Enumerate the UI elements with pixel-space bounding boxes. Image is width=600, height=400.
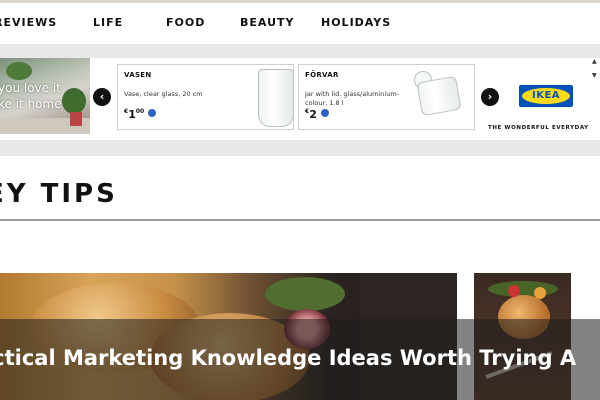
nav-item-reviews[interactable]: REVIEWS — [0, 16, 57, 29]
product-price: €100 — [124, 108, 157, 121]
chevron-right-icon[interactable]: › — [481, 88, 499, 106]
jar-image — [416, 75, 462, 117]
nav-item-holidays[interactable]: HOLIDAYS — [321, 16, 391, 29]
ikea-ad-banner[interactable]: you love it ke it home ‹ VASEN Vase, cle… — [0, 58, 600, 140]
product-price: €2 — [305, 108, 329, 121]
ad-lifestyle-photo[interactable]: you love it ke it home — [0, 58, 90, 134]
chevron-left-icon[interactable]: ‹ — [93, 88, 111, 106]
featured-article-title[interactable]: actical Marketing Knowledge Ideas Worth … — [0, 346, 576, 370]
product-description: Vase, clear glass, 20 cm — [124, 90, 203, 98]
product-card-forvar[interactable]: FÖRVAR Jar with lid, glass/aluminium-col… — [298, 64, 475, 130]
price-cents: 00 — [135, 108, 145, 115]
ikea-slogan: THE WONDERFUL EVERYDAY — [488, 125, 589, 131]
scroll-up-icon[interactable]: ▲ — [592, 58, 597, 65]
info-icon[interactable] — [320, 109, 329, 117]
nav-item-life[interactable]: LIFE — [93, 16, 123, 29]
nav-item-food[interactable]: FOOD — [166, 16, 205, 29]
product-name: FÖRVAR — [305, 71, 339, 79]
herb-shape — [265, 277, 345, 311]
top-nav: REVIEWS LIFE FOOD BEAUTY HOLIDAYS — [0, 0, 600, 44]
price-value: 2 — [309, 108, 317, 121]
product-name: VASEN — [124, 71, 152, 79]
ikea-logo[interactable]: IKEA — [519, 85, 573, 107]
nav-item-beauty[interactable]: BEAUTY — [240, 16, 294, 29]
price-value: 1 — [128, 108, 136, 121]
fruit-shape — [508, 285, 520, 297]
info-icon[interactable] — [148, 109, 157, 117]
section-title: EY TIPS — [0, 179, 118, 209]
ikea-logo-text: IKEA — [522, 88, 570, 104]
section-divider — [0, 219, 600, 221]
product-card-vasen[interactable]: VASEN Vase, clear glass, 20 cm €100 — [117, 64, 294, 130]
fruit-shape — [534, 287, 546, 299]
pot-shape — [70, 112, 82, 126]
ad-photo-tagline: you love it ke it home — [0, 81, 62, 111]
plant-shape — [6, 62, 32, 80]
ad-scroll-controls[interactable]: ▲ ▼ — [591, 58, 600, 138]
product-description: Jar with lid, glass/aluminium-colour, 1.… — [305, 90, 400, 107]
vase-image — [258, 69, 294, 127]
scroll-down-icon[interactable]: ▼ — [592, 72, 597, 79]
